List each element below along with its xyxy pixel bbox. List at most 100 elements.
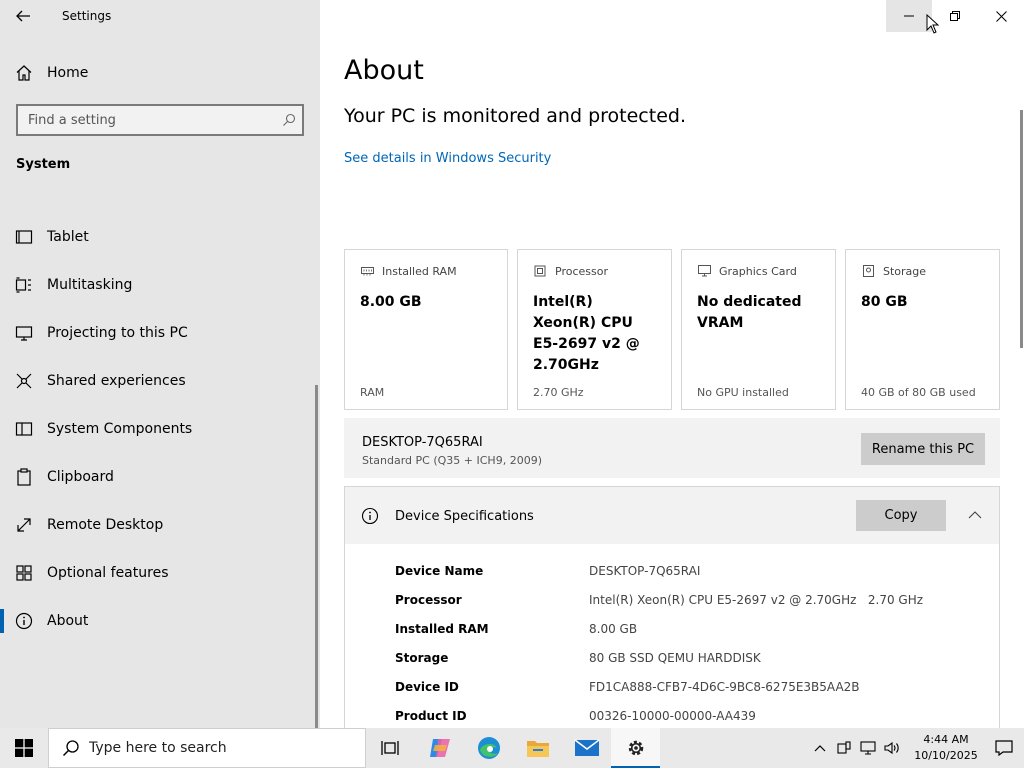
- sidebar-item-clipboard[interactable]: Clipboard: [0, 453, 316, 501]
- sidebar-item-shared-experiences[interactable]: Shared experiences: [0, 357, 316, 405]
- spec-value: 00326-10000-00000-AA439: [589, 709, 756, 723]
- app-title: Settings: [62, 9, 112, 23]
- system-tray: 4:44 AM 10/10/2025: [808, 728, 1024, 768]
- settings-taskbar-button[interactable]: [611, 728, 660, 768]
- taskbar: 4:44 AM 10/10/2025: [0, 728, 1024, 768]
- sidebar-item-label: System Components: [47, 421, 193, 437]
- pc-name: DESKTOP-7Q65RAI: [362, 435, 483, 450]
- card-label: Installed RAM: [382, 264, 457, 278]
- edge-button[interactable]: [464, 728, 513, 768]
- rename-pc-button[interactable]: Rename this PC: [861, 433, 985, 465]
- device-specifications-panel: Device Specifications Copy Device Name D…: [344, 486, 1000, 728]
- start-button[interactable]: [0, 728, 48, 768]
- network-icon: [860, 741, 876, 755]
- card-header: Installed RAM: [360, 264, 457, 278]
- search-icon[interactable]: [276, 107, 302, 133]
- processor-card: Processor Intel(R) Xeon(R) CPU E5-2697 v…: [517, 249, 672, 410]
- notifications-button[interactable]: [984, 728, 1024, 768]
- device-specifications-header[interactable]: Device Specifications Copy: [345, 487, 999, 544]
- sidebar-scrollbar[interactable]: [315, 385, 318, 728]
- windows-logo-icon: [15, 739, 33, 757]
- task-view-button[interactable]: [366, 728, 415, 768]
- card-value: 80 GB: [861, 294, 908, 310]
- folder-icon: [526, 741, 549, 757]
- main-scrollbar[interactable]: [1020, 110, 1023, 348]
- spec-row: Installed RAM 8.00 GB: [395, 622, 923, 651]
- taskbar-search-box[interactable]: [48, 728, 366, 768]
- sidebar-item-remote-desktop[interactable]: Remote Desktop: [0, 501, 316, 549]
- file-explorer-button[interactable]: [513, 728, 562, 768]
- search-input[interactable]: [18, 112, 276, 128]
- page-title: About: [344, 55, 424, 86]
- sidebar-item-multitasking[interactable]: Multitasking: [0, 261, 316, 309]
- clipboard-icon: [14, 467, 34, 487]
- gear-icon: [628, 740, 643, 756]
- spec-rows: Device Name DESKTOP-7Q65RAI Processor In…: [395, 564, 923, 728]
- spec-value: FD1CA888-CFB7-4D6C-9BC8-6275E3B5AA2B: [589, 680, 860, 694]
- sidebar: Settings Home System Tablet Multitasking: [0, 0, 320, 728]
- graphics-card-icon: [697, 264, 711, 278]
- card-subtext: 40 GB of 80 GB used: [861, 386, 976, 399]
- spec-row: Processor Intel(R) Xeon(R) CPU E5-2697 v…: [395, 593, 923, 622]
- sidebar-item-tablet[interactable]: Tablet: [0, 213, 316, 261]
- task-view-icon: [380, 741, 399, 755]
- spec-key: Storage: [395, 651, 449, 665]
- sidebar-item-label: Home: [47, 65, 89, 81]
- hardware-cards: Installed RAM 8.00 GB RAM Processor Inte…: [344, 249, 1000, 410]
- clock[interactable]: 4:44 AM 10/10/2025: [908, 732, 984, 764]
- taskbar-search-input[interactable]: [89, 740, 349, 756]
- copilot-button[interactable]: [415, 728, 464, 768]
- sidebar-item-about[interactable]: About: [0, 597, 316, 645]
- optional-features-icon: [14, 563, 34, 583]
- device-tray-button[interactable]: [832, 728, 856, 768]
- spec-key: Device ID: [395, 680, 459, 694]
- device-icon: [837, 741, 851, 754]
- sidebar-item-label: Optional features: [47, 565, 169, 581]
- minimize-icon: [904, 15, 914, 17]
- sidebar-item-label: Projecting to this PC: [47, 325, 188, 341]
- volume-button[interactable]: [880, 728, 904, 768]
- show-hidden-icons-button[interactable]: [808, 728, 832, 768]
- card-header: Graphics Card: [697, 264, 797, 278]
- shared-experiences-icon: [14, 371, 34, 391]
- copy-button[interactable]: Copy: [856, 500, 946, 531]
- chevron-up-icon: [814, 745, 826, 752]
- window-controls: [886, 0, 1024, 32]
- sidebar-item-home[interactable]: Home: [0, 56, 320, 90]
- windows-security-link[interactable]: See details in Windows Security: [344, 151, 551, 166]
- close-button[interactable]: [978, 0, 1024, 32]
- spec-row: Storage 80 GB SSD QEMU HARDDISK: [395, 651, 923, 680]
- edge-browser-icon: [477, 737, 500, 759]
- taskbar-pinned-apps: [366, 728, 660, 768]
- device-specifications-title: Device Specifications: [395, 509, 534, 524]
- mail-button[interactable]: [562, 728, 611, 768]
- sidebar-item-label: About: [47, 613, 89, 629]
- spec-value: 80 GB SSD QEMU HARDDISK: [589, 651, 761, 665]
- sidebar-item-system-components[interactable]: System Components: [0, 405, 316, 453]
- pc-name-bar: DESKTOP-7Q65RAI Standard PC (Q35 + ICH9,…: [344, 418, 1000, 478]
- ram-icon: [360, 264, 374, 278]
- sidebar-item-projecting[interactable]: Projecting to this PC: [0, 309, 316, 357]
- card-label: Storage: [883, 264, 927, 278]
- card-label: Processor: [555, 264, 608, 278]
- chevron-up-icon[interactable]: [964, 504, 986, 526]
- sidebar-item-optional-features[interactable]: Optional features: [0, 549, 316, 597]
- ram-card: Installed RAM 8.00 GB RAM: [344, 249, 508, 410]
- card-subtext: RAM: [360, 386, 385, 399]
- card-value: No dedicated VRAM: [697, 294, 802, 331]
- card-value: Intel(R) Xeon(R) CPU E5-2697 v2 @ 2.70GH…: [533, 294, 640, 373]
- sidebar-item-label: Multitasking: [47, 277, 133, 293]
- back-button[interactable]: [8, 3, 38, 29]
- search-box[interactable]: [16, 104, 304, 136]
- card-subtext: No GPU installed: [697, 386, 789, 399]
- network-button[interactable]: [856, 728, 880, 768]
- card-label: Graphics Card: [719, 264, 797, 278]
- notification-icon: [995, 740, 1013, 756]
- card-value: 8.00 GB: [360, 294, 422, 310]
- mail-icon: [574, 739, 599, 756]
- mouse-cursor-icon: [926, 14, 940, 34]
- spec-row: Product ID 00326-10000-00000-AA439: [395, 709, 923, 728]
- restore-icon: [950, 11, 960, 21]
- projecting-icon: [14, 323, 34, 343]
- copilot-icon: [429, 739, 450, 757]
